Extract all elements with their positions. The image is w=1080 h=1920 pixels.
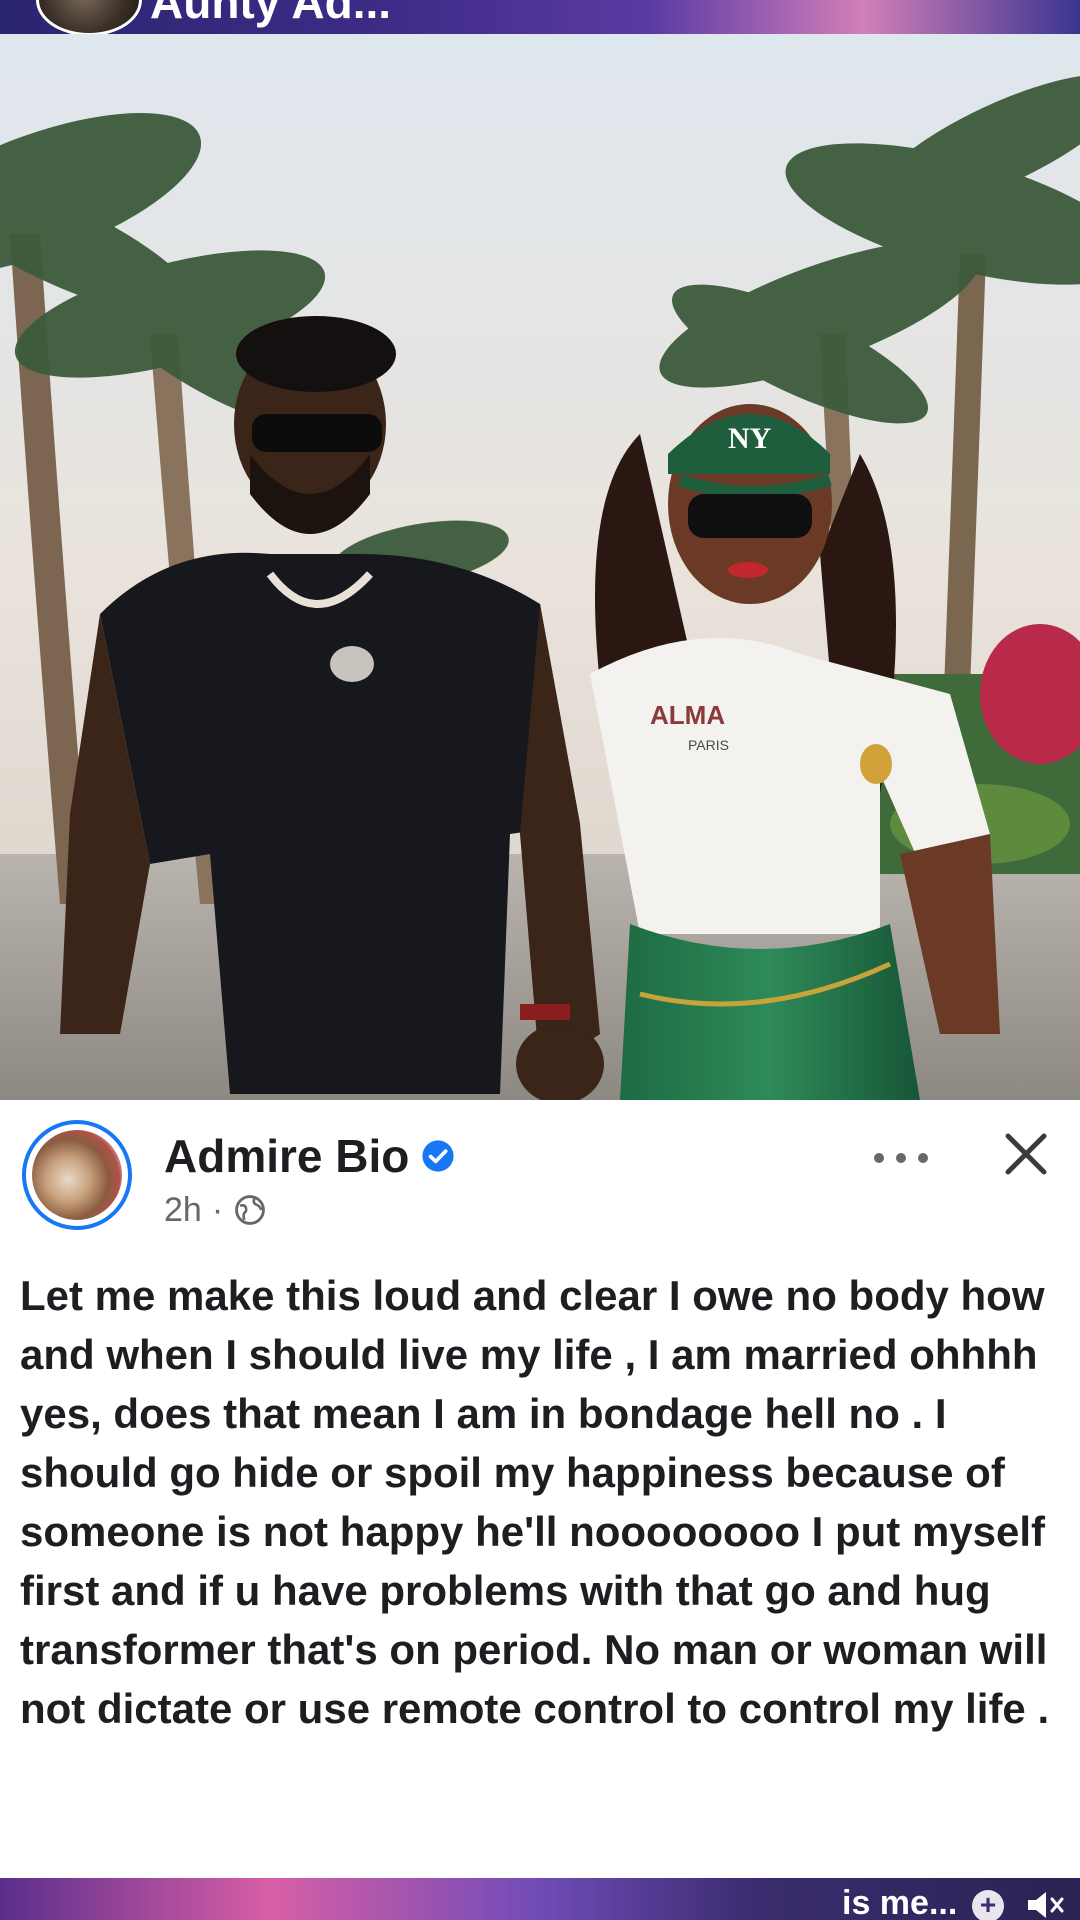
author-name[interactable]: Admire Bio: [164, 1128, 409, 1184]
post-meta: 2h ·: [164, 1190, 267, 1230]
next-story-label[interactable]: is me...: [842, 1886, 957, 1920]
shirt-text: ALMA: [650, 700, 725, 730]
close-icon: [1005, 1133, 1047, 1175]
more-dots-icon: [874, 1153, 928, 1163]
post-photo[interactable]: ALMA PARIS NY: [0, 34, 1080, 1100]
post-body-text: Let me make this loud and clear I owe no…: [20, 1272, 1050, 1732]
screen: Aunty Ad... ALMA PARIS NY Admire Bio 2h …: [0, 0, 1080, 1920]
photo-illustration: ALMA PARIS NY: [0, 34, 1080, 1100]
story-header[interactable]: Aunty Ad...: [0, 0, 1080, 34]
shirt-subtext: PARIS: [688, 737, 729, 753]
next-story-strip[interactable]: is me... +: [0, 1878, 1080, 1920]
globe-icon: [235, 1195, 266, 1225]
mute-icon[interactable]: [1024, 1888, 1066, 1920]
post-timestamp[interactable]: 2h: [164, 1190, 202, 1230]
verified-badge-icon: [422, 1140, 454, 1172]
meta-separator: ·: [211, 1191, 224, 1229]
more-options-button[interactable]: [866, 1138, 936, 1178]
close-button[interactable]: [996, 1124, 1056, 1184]
author-avatar[interactable]: [22, 1120, 132, 1230]
add-icon[interactable]: +: [972, 1890, 1004, 1920]
post-card: Admire Bio 2h · Let me make this loud an…: [0, 1100, 1080, 1878]
story-avatar[interactable]: [36, 0, 142, 34]
author-name-row[interactable]: Admire Bio: [164, 1128, 455, 1184]
author-avatar-image: [32, 1130, 122, 1220]
cap-logo: NY: [728, 422, 772, 455]
story-title[interactable]: Aunty Ad...: [150, 0, 391, 30]
